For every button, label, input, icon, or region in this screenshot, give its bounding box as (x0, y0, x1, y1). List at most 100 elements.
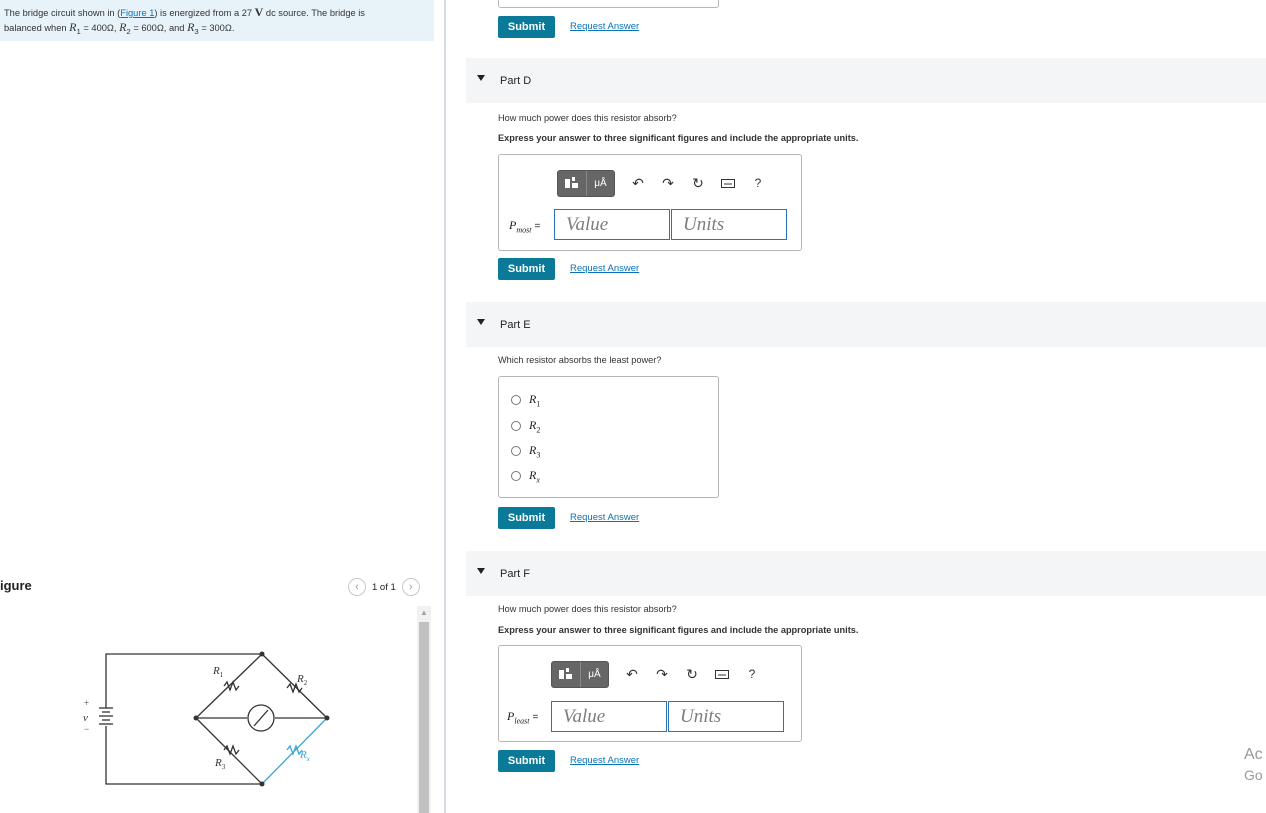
option-label: R1 (529, 392, 541, 409)
undo-icon[interactable]: ↶ (617, 661, 647, 687)
node-left (193, 715, 199, 721)
previous-answer-box[interactable] (498, 0, 719, 8)
r2-value: = 600 (133, 23, 157, 33)
figure-counter: 1 of 1 (372, 581, 396, 593)
units-input[interactable]: Units (671, 209, 787, 240)
left-panel: The bridge circuit shown in (Figure 1) i… (0, 0, 445, 813)
part-e-question: Which resistor absorbs the least power? (498, 355, 662, 365)
node-right (324, 715, 330, 721)
p-most-label: Pmost = (509, 218, 541, 235)
r1-value: = 400 (83, 23, 107, 33)
units-icon[interactable]: μÅ (586, 170, 614, 196)
option-r3[interactable]: R3 (511, 443, 540, 459)
value-input[interactable]: Value (551, 701, 667, 732)
node-top (259, 651, 265, 657)
problem-text: dc source. The bridge is (265, 8, 365, 18)
option-label: R2 (529, 418, 541, 435)
watermark-line: Ac (1244, 746, 1263, 763)
unit-volt: V (254, 5, 264, 19)
galvanometer-needle (253, 709, 269, 727)
part-f-header[interactable]: Part F (466, 551, 1266, 596)
label-minus: − (84, 724, 89, 734)
problem-statement: The bridge circuit shown in (Figure 1) i… (0, 0, 434, 41)
part-f-title: Part F (500, 567, 530, 580)
math-toolbar: μÅ ↶ ↷ ↻ ? (557, 169, 773, 197)
label-r2: R2 (296, 673, 308, 687)
problem-text: , and (163, 23, 185, 33)
label-rx: Rx (299, 749, 311, 763)
collapse-triangle-icon (477, 568, 485, 574)
wire-bottom (105, 726, 262, 785)
submit-button[interactable]: Submit (498, 750, 555, 772)
part-d-answer-box: μÅ ↶ ↷ ↻ ? Pmost = Value Units (498, 154, 802, 251)
units-input[interactable]: Units (668, 701, 784, 732)
math-toolbar: μÅ ↶ ↷ ↻ ? (551, 660, 767, 688)
ohm-symbol: Ω (106, 23, 114, 33)
radio-button[interactable] (511, 421, 521, 432)
value-input[interactable]: Value (554, 209, 670, 240)
part-e-header[interactable]: Part E (466, 302, 1266, 347)
keyboard-icon[interactable] (713, 170, 743, 196)
r3-subscript: 3 (194, 26, 199, 36)
radio-button[interactable] (511, 446, 521, 457)
right-panel: Submit Request Answer Part D How much po… (446, 0, 1266, 813)
request-answer-link[interactable]: Request Answer (570, 263, 639, 274)
wire-top (105, 653, 262, 708)
request-answer-link[interactable]: Request Answer (570, 512, 639, 523)
help-icon[interactable]: ? (737, 661, 767, 687)
collapse-triangle-icon (477, 75, 485, 81)
node-bottom (259, 781, 265, 787)
period: . (231, 23, 235, 33)
help-icon[interactable]: ? (743, 170, 773, 196)
template-icon[interactable] (552, 662, 580, 687)
redo-icon[interactable]: ↷ (647, 661, 677, 687)
label-r3: R3 (214, 757, 226, 771)
option-label: R3 (529, 443, 541, 460)
reset-icon[interactable]: ↻ (677, 661, 707, 687)
part-d-instruction: Express your answer to three significant… (498, 133, 859, 143)
r3-value: = 300 (201, 23, 225, 33)
problem-text: The bridge circuit shown in ( (4, 8, 121, 18)
units-icon[interactable]: μÅ (580, 661, 608, 687)
reset-icon[interactable]: ↻ (683, 170, 713, 196)
part-d-header[interactable]: Part D (466, 58, 1266, 103)
part-d-question: How much power does this resistor absorb… (498, 113, 677, 123)
figure-link[interactable]: Figure 1 (120, 8, 154, 18)
chevron-right-icon[interactable]: › (401, 578, 420, 596)
submit-button[interactable]: Submit (498, 16, 555, 38)
label-r1: R1 (212, 665, 224, 679)
ohm-symbol: Ω (224, 23, 232, 33)
figure-scrollbar[interactable]: ▲ (417, 606, 431, 813)
option-r2[interactable]: R2 (511, 418, 540, 434)
part-e-title: Part E (500, 318, 531, 331)
r1-subscript: 1 (76, 26, 81, 36)
undo-icon[interactable]: ↶ (623, 170, 653, 196)
part-e-options: R1 R2 R3 Rx (498, 376, 719, 498)
chevron-left-icon[interactable]: ‹ (348, 578, 366, 596)
activate-windows-watermark: Ac Go (1244, 744, 1263, 786)
part-d-title: Part D (500, 74, 532, 87)
request-answer-link[interactable]: Request Answer (570, 755, 639, 766)
collapse-triangle-icon (477, 319, 485, 325)
label-v: v (83, 712, 88, 724)
scroll-up-arrow-icon[interactable]: ▲ (417, 608, 431, 620)
problem-text: ) is energized from a 27 (154, 8, 253, 18)
part-f-instruction: Express your answer to three significant… (498, 625, 859, 635)
figure-title: igure (0, 578, 32, 593)
radio-button[interactable] (511, 395, 521, 406)
radio-button[interactable] (511, 471, 521, 482)
redo-icon[interactable]: ↷ (653, 170, 683, 196)
keyboard-icon[interactable] (707, 661, 737, 687)
part-f-question: How much power does this resistor absorb… (498, 604, 677, 614)
option-r1[interactable]: R1 (511, 392, 540, 408)
submit-button[interactable]: Submit (498, 507, 555, 529)
submit-button[interactable]: Submit (498, 258, 555, 280)
label-plus: + (84, 698, 89, 708)
toolbar-group: μÅ (551, 660, 609, 688)
template-icon[interactable] (558, 171, 586, 196)
request-answer-link[interactable]: Request Answer (570, 21, 639, 32)
option-rx[interactable]: Rx (511, 468, 540, 484)
wire-r2 (261, 653, 328, 719)
ohm-symbol: Ω (156, 23, 164, 33)
scroll-thumb[interactable] (419, 622, 429, 813)
